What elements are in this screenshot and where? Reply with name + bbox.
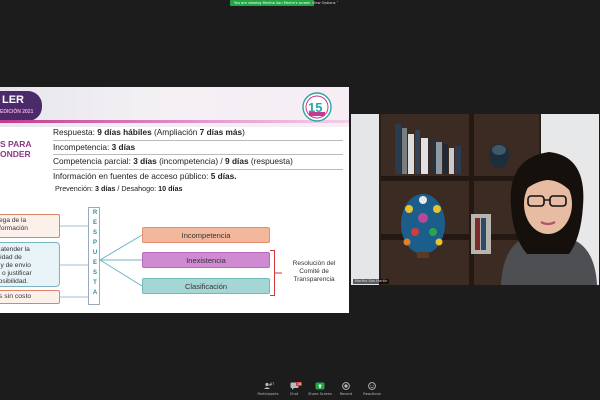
respuesta-letter: E <box>92 260 97 266</box>
workshop-logo-text: LER <box>2 94 24 106</box>
respuesta-letter: U <box>92 250 98 256</box>
deadline-item: Respuesta: 9 días hábiles (Ampliación 7 … <box>53 127 245 137</box>
respuesta-letter: S <box>92 230 97 236</box>
deadline-item: Información en fuentes de acceso público… <box>53 168 343 184</box>
view-options-menu[interactable]: View Options ˅ <box>312 0 338 6</box>
chat-button[interactable]: 18 Chat <box>281 382 307 400</box>
respuesta-vertical-label: R E S P U E S T A <box>88 207 100 305</box>
record-label: Record <box>339 392 353 396</box>
speaker-video-tile[interactable] <box>351 114 599 285</box>
diagram-left-box-delivery: ega de la formación <box>0 214 60 238</box>
meeting-top-bar: You are viewing Martha San Martin's scre… <box>0 0 600 8</box>
reactions-button[interactable]: Reactions <box>359 382 385 400</box>
participants-count: 47 <box>270 382 275 386</box>
speaker-video-feed <box>351 114 599 285</box>
prevention-item: Prevención: 3 días / Desahogo: 10 días <box>55 184 183 193</box>
committee-bracket <box>270 250 275 296</box>
diagram-left-box-modality: e atender la alidad de a y de envío s, o… <box>0 242 60 287</box>
slide-title: S PARA ONDER <box>0 139 32 159</box>
slide-title-line-2: ONDER <box>0 149 31 159</box>
participants-label: Participants <box>257 392 279 396</box>
chat-unread-badge: 18 <box>296 382 303 386</box>
respuesta-letter: T <box>93 280 97 286</box>
slide-title-line-1: S PARA <box>0 139 32 149</box>
option-incompetencia: Incompetencia <box>142 227 270 243</box>
workshop-logo: LER EDICIÓN 2021 <box>0 91 42 121</box>
share-screen-icon <box>315 382 325 390</box>
anniversary-logo-icon: 15 <box>302 92 332 122</box>
record-button[interactable]: Record <box>333 382 359 400</box>
response-diagram: ega de la formación e atender la alidad … <box>0 205 349 313</box>
respuesta-letter: E <box>92 220 97 226</box>
diagram-left-box-cost: s sin costo <box>0 290 60 304</box>
share-screen-label: Share Screen <box>308 392 332 396</box>
deadline-list: Respuesta: 9 días hábiles (Ampliación 7 … <box>53 126 343 195</box>
respuesta-letter: A <box>92 290 98 296</box>
smiley-icon <box>368 382 376 390</box>
share-screen-button[interactable]: Share Screen <box>307 382 333 400</box>
deadline-item: Incompetencia: 3 días <box>53 139 343 155</box>
shared-screen-slide: LER EDICIÓN 2021 15 S PARA ONDER Respues… <box>0 87 349 313</box>
respuesta-letter: R <box>92 210 98 216</box>
option-inexistencia: Inexistencia <box>142 252 270 268</box>
screen-share-banner[interactable]: You are viewing Martha San Martin's scre… <box>230 0 315 6</box>
option-clasificacion: Clasificación <box>142 278 270 294</box>
respuesta-letter: S <box>92 270 97 276</box>
participants-button[interactable]: 47 Participants <box>255 382 281 400</box>
speaker-name-tag: Martha San Martin <box>353 279 390 284</box>
reactions-label: Reactions <box>363 392 381 396</box>
record-icon <box>342 382 350 390</box>
deadline-item: Competencia parcial: 3 días (incompetenc… <box>53 154 343 169</box>
respuesta-letter: P <box>92 240 97 246</box>
committee-resolution-label: Resolución del Comité de Transparencia <box>292 260 336 283</box>
meeting-toolbar: 47 Participants 18 Chat Share Screen Rec… <box>0 380 600 400</box>
chat-label: Chat <box>289 392 299 396</box>
workshop-edition-text: EDICIÓN 2021 <box>0 109 34 115</box>
